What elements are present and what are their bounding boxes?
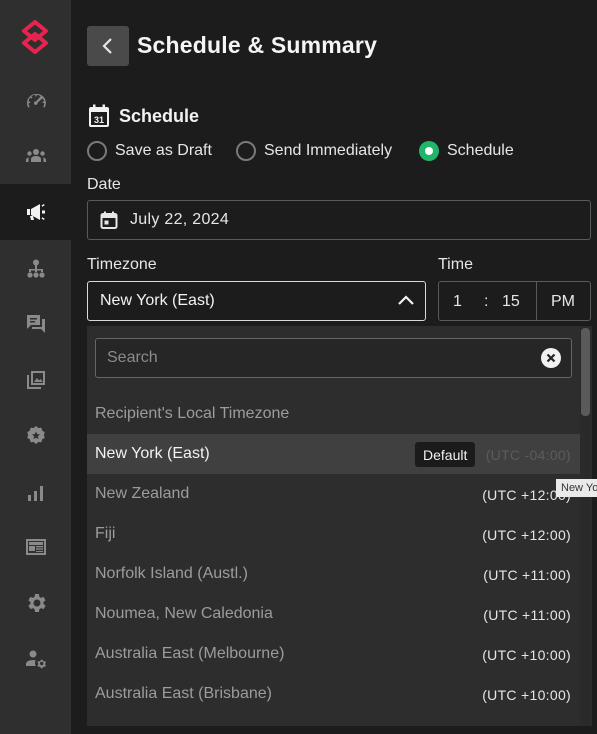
newsletter-icon bbox=[25, 539, 46, 555]
timezone-dropdown: Recipient's Local Timezone New York (Eas… bbox=[87, 326, 592, 726]
time-separator: : bbox=[484, 293, 489, 310]
option-utc-offset: (UTC +10:00) bbox=[482, 647, 571, 663]
search-input[interactable] bbox=[107, 339, 527, 377]
page-title: Schedule & Summary bbox=[137, 32, 378, 58]
nav-newsletter[interactable] bbox=[0, 519, 71, 575]
timezone-option-selected[interactable]: New York (East) Default (UTC -04:00) bbox=[87, 434, 581, 474]
chevron-left-icon bbox=[102, 38, 112, 54]
nav-admin-settings[interactable] bbox=[0, 631, 71, 687]
timezone-value: New York (East) bbox=[100, 292, 215, 309]
nav-campaigns[interactable] bbox=[0, 184, 71, 240]
am-pm-toggle[interactable]: PM bbox=[551, 293, 575, 311]
analytics-icon bbox=[27, 486, 43, 501]
date-label: Date bbox=[87, 176, 121, 193]
dashboard-icon bbox=[26, 93, 46, 108]
radio-button[interactable] bbox=[87, 141, 107, 161]
dropdown-scrollbar[interactable] bbox=[580, 326, 591, 726]
back-button[interactable] bbox=[87, 26, 129, 66]
nav-media[interactable] bbox=[0, 352, 71, 408]
timezone-option[interactable]: Fiji (UTC +12:00) bbox=[87, 514, 581, 554]
admin-settings-icon bbox=[25, 650, 46, 669]
calendar-day: 31 bbox=[94, 115, 104, 125]
section-title: Schedule bbox=[119, 106, 200, 126]
chevron-up-icon bbox=[398, 295, 414, 305]
nav-settings[interactable] bbox=[0, 575, 71, 631]
option-name: Australia East (Melbourne) bbox=[95, 645, 285, 662]
sidebar bbox=[0, 0, 71, 734]
divider bbox=[536, 282, 537, 320]
option-utc-offset: (UTC -04:00) bbox=[485, 447, 571, 463]
option-utc-offset: (UTC +11:00) bbox=[483, 607, 571, 623]
option-utc-offset: (UTC +11:00) bbox=[483, 567, 571, 583]
nav-analytics[interactable] bbox=[0, 464, 71, 520]
option-name: New York (East) bbox=[95, 445, 210, 462]
time-input: 1 : 15 PM bbox=[438, 281, 591, 321]
radio-save-as-draft[interactable]: Save as Draft bbox=[87, 140, 212, 162]
option-name: Australia East (Brisbane) bbox=[95, 685, 272, 702]
timezone-option[interactable]: New Zealand (UTC +12:00) bbox=[87, 474, 581, 514]
media-icon bbox=[26, 371, 45, 389]
radio-send-immediately[interactable]: Send Immediately bbox=[236, 140, 392, 162]
radio-button[interactable] bbox=[236, 141, 256, 161]
audience-icon bbox=[25, 149, 46, 162]
radio-button-checked[interactable] bbox=[419, 141, 439, 161]
campaigns-icon bbox=[26, 204, 45, 220]
hour-field[interactable]: 1 bbox=[453, 293, 462, 311]
clear-icon[interactable] bbox=[541, 348, 561, 368]
timezone-option[interactable]: Norfolk Island (Austl.) (UTC +11:00) bbox=[87, 554, 581, 594]
nav-dashboard[interactable] bbox=[0, 73, 71, 129]
radio-label: Save as Draft bbox=[115, 142, 212, 159]
date-value: July 22, 2024 bbox=[130, 211, 230, 228]
timezone-option[interactable]: Recipient's Local Timezone bbox=[87, 394, 581, 434]
nav-chat[interactable] bbox=[0, 296, 71, 352]
timezone-select[interactable]: New York (East) bbox=[87, 281, 426, 321]
hierarchy-icon bbox=[26, 259, 45, 278]
calendar-icon: 31 bbox=[88, 104, 110, 133]
option-name: Fiji bbox=[95, 525, 116, 542]
radio-schedule[interactable]: Schedule bbox=[419, 140, 514, 162]
option-utc-offset: (UTC +10:00) bbox=[482, 687, 571, 703]
default-badge: Default bbox=[415, 442, 476, 467]
search-field bbox=[95, 338, 572, 378]
timezone-option[interactable]: Australia East (Melbourne) (UTC +10:00) bbox=[87, 634, 581, 674]
option-tooltip: New York (East) bbox=[556, 479, 597, 497]
chat-icon bbox=[26, 315, 45, 333]
timezone-label: Timezone bbox=[87, 256, 157, 273]
timezone-option[interactable]: Australia East (Brisbane) (UTC +10:00) bbox=[87, 674, 581, 714]
minute-field[interactable]: 15 bbox=[502, 293, 520, 311]
nav-badges[interactable] bbox=[0, 408, 71, 464]
option-name: Recipient's Local Timezone bbox=[95, 405, 290, 422]
nav-hierarchy[interactable] bbox=[0, 241, 71, 297]
brand-logo[interactable] bbox=[20, 20, 50, 54]
calendar-icon bbox=[100, 211, 118, 229]
option-utc-offset: (UTC +12:00) bbox=[482, 527, 571, 543]
scrollbar-thumb[interactable] bbox=[581, 328, 590, 416]
option-name: New Zealand bbox=[95, 485, 190, 502]
badge-icon bbox=[26, 426, 45, 444]
date-picker[interactable]: July 22, 2024 bbox=[87, 200, 591, 240]
option-name: Norfolk Island (Austl.) bbox=[95, 565, 248, 582]
settings-icon bbox=[27, 594, 46, 612]
radio-label: Send Immediately bbox=[264, 142, 393, 159]
radio-label: Schedule bbox=[447, 142, 514, 159]
option-name: Noumea, New Caledonia bbox=[95, 605, 273, 622]
timezone-option[interactable]: Noumea, New Caledonia (UTC +11:00) bbox=[87, 594, 581, 634]
nav-audience[interactable] bbox=[0, 128, 71, 184]
time-label: Time bbox=[438, 256, 473, 273]
